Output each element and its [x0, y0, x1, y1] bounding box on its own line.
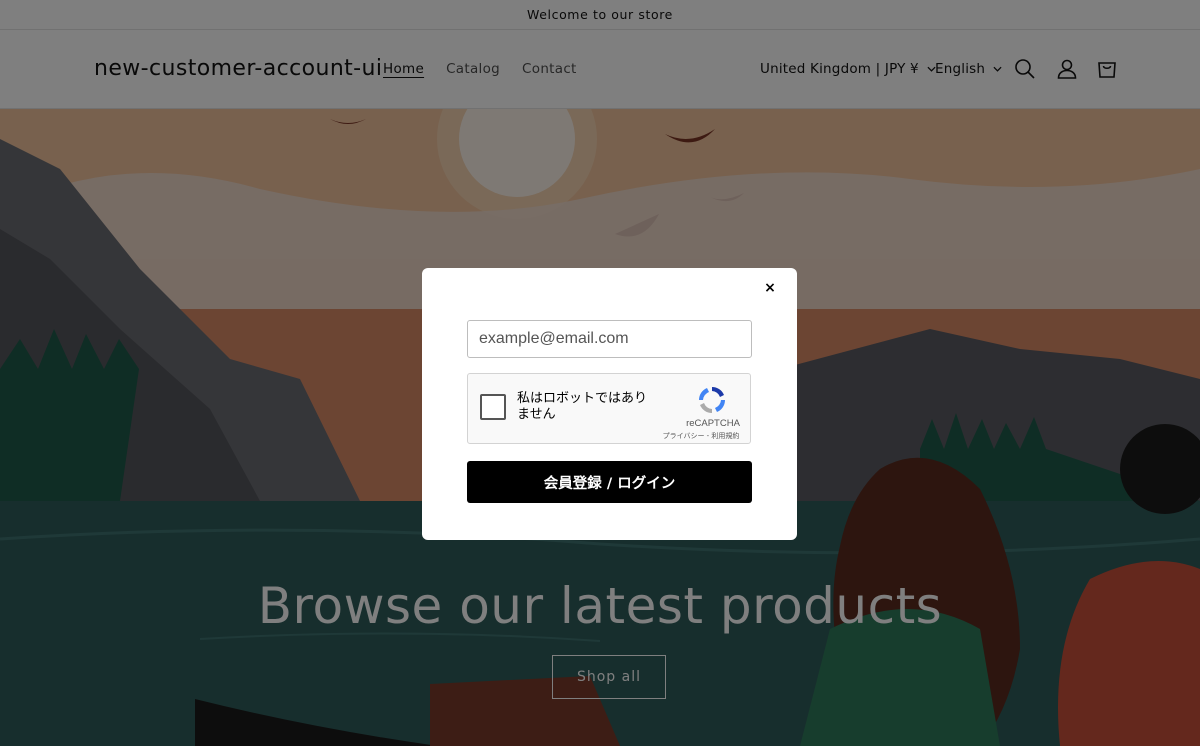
register-login-button[interactable]: 会員登録 / ログイン	[467, 461, 752, 503]
recaptcha-links[interactable]: プライバシー - 利用規約	[656, 431, 746, 441]
recaptcha-checkbox[interactable]	[480, 394, 506, 420]
login-modal: × 私はロボットではありません reCAPTCHA プライバシー - 利用規約 …	[422, 268, 797, 540]
recaptcha-logo-icon	[699, 387, 725, 413]
recaptcha-label: 私はロボットではありません	[517, 391, 648, 422]
close-icon[interactable]: ×	[762, 280, 778, 296]
recaptcha-widget: 私はロボットではありません reCAPTCHA プライバシー - 利用規約	[467, 373, 751, 444]
recaptcha-brand: reCAPTCHA	[686, 418, 740, 429]
email-input[interactable]	[467, 320, 752, 358]
